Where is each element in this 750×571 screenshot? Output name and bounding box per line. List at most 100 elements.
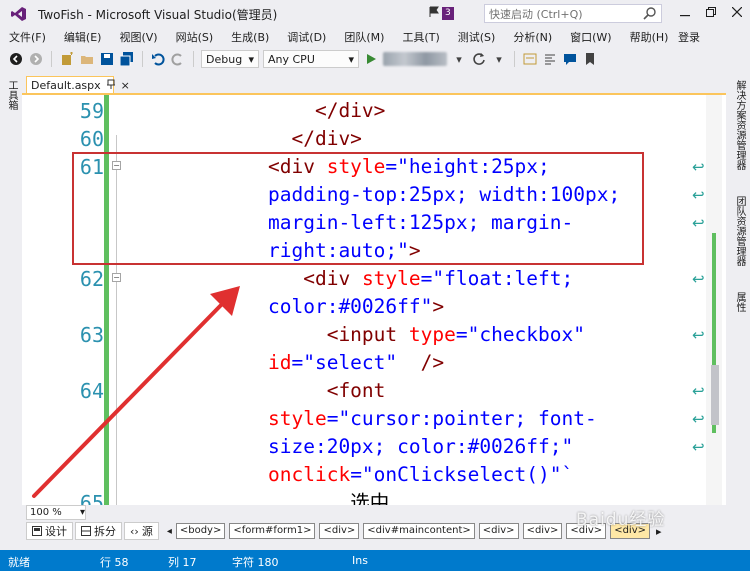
standard-toolbar: Debug ▾ Any CPU ▾ ▾ ▾: [0, 47, 750, 71]
bookmark-icon[interactable]: [582, 51, 598, 67]
split-view-button[interactable]: 拆分: [75, 522, 122, 540]
code-line: <font: [268, 377, 386, 405]
menu-build[interactable]: 生成(B): [222, 29, 278, 45]
line-number: 60: [79, 127, 104, 151]
word-wrap-glyph-icon: ↩: [692, 410, 705, 428]
code-token: />: [397, 351, 445, 374]
menu-team[interactable]: 团队(M): [335, 29, 393, 45]
minimize-button[interactable]: [672, 0, 698, 24]
code-line: </div>: [268, 97, 385, 125]
menu-view[interactable]: 视图(V): [110, 29, 166, 45]
debug-target-select[interactable]: [383, 52, 447, 66]
new-project-icon[interactable]: [59, 51, 75, 67]
team-explorer-tab[interactable]: 团队资源管理器: [732, 196, 747, 266]
menu-help[interactable]: 帮助(H): [621, 29, 678, 45]
code-token: ="cursor:pointer; font-: [326, 407, 597, 430]
chevron-down-icon[interactable]: ▾: [451, 51, 467, 67]
quick-launch-input[interactable]: 快速启动 (Ctrl+Q): [484, 4, 662, 23]
back-icon[interactable]: [8, 51, 24, 67]
split-label: 拆分: [94, 525, 116, 538]
restore-icon: [706, 7, 716, 17]
code-line: size:20px; color:#0026ff;": [268, 433, 573, 461]
close-button[interactable]: [724, 0, 750, 24]
visual-studio-window: TwoFish - Microsoft Visual Studio(管理员) 3…: [0, 0, 750, 571]
collapse-icon[interactable]: −: [112, 273, 121, 282]
line-number: 63: [79, 323, 104, 347]
toolbox-tab[interactable]: 工具箱: [4, 80, 19, 110]
login-link[interactable]: 登录: [678, 29, 700, 45]
right-tool-window-strip: 解决方案资源管理器 团队资源管理器 属性: [726, 72, 750, 550]
breadcrumb-item[interactable]: <body>: [175, 523, 226, 539]
word-wrap-glyph-icon: ↩: [692, 186, 705, 204]
solution-platform-select[interactable]: Any CPU ▾: [263, 50, 359, 68]
status-column: 列 17: [168, 556, 197, 569]
toolbar-separator: [142, 51, 143, 67]
status-ready: 就绪: [8, 556, 30, 569]
refresh-icon[interactable]: [471, 51, 487, 67]
save-all-icon[interactable]: [119, 51, 135, 67]
code-token: <font: [326, 379, 386, 402]
code-token: style: [361, 267, 421, 290]
code-token: </div>: [314, 99, 386, 122]
restore-button[interactable]: [698, 0, 724, 24]
flag-icon: [428, 6, 440, 21]
zoom-value: 100 %: [30, 507, 62, 518]
code-token: <input: [326, 323, 409, 346]
close-tab-icon[interactable]: ×: [121, 79, 130, 92]
solution-explorer-tab[interactable]: 解决方案资源管理器: [732, 80, 747, 170]
forward-icon[interactable]: [28, 51, 44, 67]
save-icon[interactable]: [99, 51, 115, 67]
zoom-select[interactable]: 100 % ▾: [26, 505, 86, 520]
chevron-down-icon: ▾: [248, 52, 254, 66]
word-wrap-glyph-icon: ↩: [692, 270, 705, 288]
format-icon[interactable]: [542, 51, 558, 67]
menu-tools[interactable]: 工具(T): [393, 29, 448, 45]
notifications[interactable]: 3: [428, 6, 454, 21]
chevron-down-icon[interactable]: ▾: [491, 51, 507, 67]
code-line: <div style="float:left;: [268, 265, 573, 293]
word-wrap-glyph-icon: ↩: [692, 158, 705, 176]
comment-icon[interactable]: [562, 51, 578, 67]
code-line: color:#0026ff">: [268, 293, 444, 321]
menu-file[interactable]: 文件(F): [0, 29, 55, 45]
line-number: 59: [79, 99, 104, 123]
menu-debug[interactable]: 调试(D): [278, 29, 335, 45]
menu-analyze[interactable]: 分析(N): [504, 29, 561, 45]
watermark: Baidu经验: [576, 510, 666, 530]
tab-default-aspx[interactable]: Default.aspx ×: [26, 76, 130, 94]
menu-website[interactable]: 网站(S): [167, 29, 223, 45]
breadcrumb-item[interactable]: <div>: [478, 523, 519, 539]
undo-icon[interactable]: [150, 51, 166, 67]
browser-link-icon[interactable]: [522, 51, 538, 67]
menu-window[interactable]: 窗口(W): [561, 29, 620, 45]
code-token: style: [268, 407, 327, 430]
menu-test[interactable]: 测试(S): [449, 29, 505, 45]
visual-studio-logo-icon: [10, 5, 28, 23]
design-view-button[interactable]: 设计: [26, 522, 73, 540]
design-label: 设计: [45, 525, 67, 538]
code-token: type: [408, 323, 456, 346]
breadcrumb-item[interactable]: <div#maincontent>: [363, 523, 475, 539]
code-token: color:#0026ff": [268, 295, 433, 318]
solution-configuration-select[interactable]: Debug ▾: [201, 50, 259, 68]
breadcrumb-item[interactable]: <form#form1>: [229, 523, 316, 539]
breadcrumb-item[interactable]: <div>: [522, 523, 563, 539]
toolbar-separator: [193, 51, 194, 67]
menu-edit[interactable]: 编辑(E): [55, 29, 111, 45]
code-token: ="checkbox": [455, 323, 585, 346]
redo-icon[interactable]: [170, 51, 186, 67]
word-wrap-glyph-icon: ↩: [692, 214, 705, 232]
scrollbar-thumb[interactable]: [711, 365, 719, 425]
code-token: <div: [303, 267, 362, 290]
pin-icon[interactable]: [106, 79, 115, 92]
open-folder-icon[interactable]: [79, 51, 95, 67]
start-debugging-icon[interactable]: [363, 51, 379, 67]
code-editor[interactable]: 59 60 61 62 63 64 65 − − </div> </div> <d…: [22, 95, 726, 505]
source-view-button[interactable]: ‹› 源: [124, 522, 159, 540]
properties-tab[interactable]: 属性: [732, 292, 747, 312]
breadcrumb-back-icon[interactable]: ◂: [167, 526, 172, 537]
breadcrumb-item[interactable]: <div>: [319, 523, 360, 539]
